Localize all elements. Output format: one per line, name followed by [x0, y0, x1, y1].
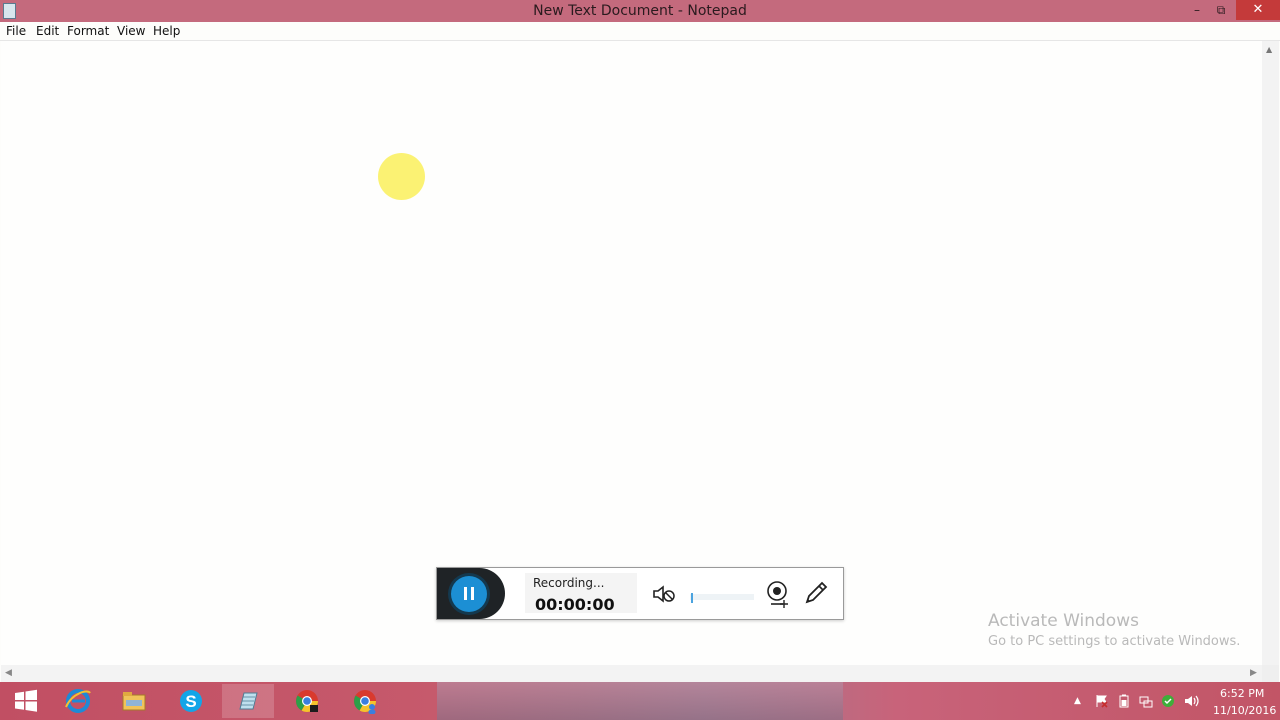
file-explorer-icon	[122, 692, 146, 711]
menu-view[interactable]: View	[117, 24, 145, 38]
recording-status-box: Recording... 00:00:00	[525, 573, 637, 614]
horizontal-scrollbar[interactable]: ◀ ▶	[1, 665, 1262, 682]
scroll-right-icon[interactable]: ▶	[1250, 668, 1257, 678]
network-icon[interactable]	[1139, 694, 1153, 711]
recording-timer: 00:00:00	[535, 595, 615, 614]
activation-watermark-title: Activate Windows	[988, 611, 1139, 631]
close-button[interactable]: ✕	[1236, 0, 1280, 20]
screen-recorder-widget: Recording... 00:00:00	[436, 567, 844, 620]
menu-help[interactable]: Help	[153, 24, 180, 38]
pencil-icon[interactable]	[803, 580, 829, 606]
show-hidden-icons-button[interactable]: ▲	[1074, 696, 1081, 706]
webcam-add-icon[interactable]	[765, 580, 791, 608]
recording-status-label: Recording...	[533, 576, 605, 590]
scroll-up-icon[interactable]: ▲	[1266, 45, 1272, 54]
tray-clock-date[interactable]: 11/10/2016	[1213, 704, 1276, 717]
taskbar-file-explorer[interactable]	[108, 684, 160, 718]
antivirus-shield-icon[interactable]	[1161, 694, 1175, 711]
taskbar-notepad[interactable]	[222, 684, 274, 718]
speaker-muted-icon[interactable]	[651, 582, 677, 606]
scrollbar-corner	[1262, 665, 1279, 682]
activation-watermark-subtitle: Go to PC settings to activate Windows.	[988, 634, 1241, 649]
wallpaper-strip	[437, 682, 843, 720]
taskbar: S ▲	[0, 682, 1280, 720]
tray-clock-time[interactable]: 6:52 PM	[1220, 687, 1264, 700]
chrome-icon	[296, 690, 318, 712]
taskbar-chrome-profile[interactable]	[339, 684, 391, 718]
menu-edit[interactable]: Edit	[36, 24, 59, 38]
pause-icon	[464, 587, 467, 600]
internet-explorer-icon	[65, 689, 91, 713]
recorder-control-panel	[437, 568, 505, 619]
skype-icon: S	[180, 690, 202, 712]
menu-bar: File Edit Format View Help	[0, 22, 1280, 41]
action-center-flag-icon[interactable]	[1095, 694, 1109, 711]
scrollbar-thumb[interactable]	[1265, 59, 1276, 107]
restore-button[interactable]: ⧉	[1210, 0, 1232, 20]
pause-recording-button[interactable]	[451, 576, 487, 612]
mouse-cursor-highlight	[378, 153, 425, 200]
svg-text:S: S	[185, 692, 196, 711]
menu-file[interactable]: File	[6, 24, 26, 38]
start-button[interactable]	[0, 684, 52, 718]
taskbar-skype[interactable]: S	[165, 684, 217, 718]
chrome-profile-icon	[354, 690, 376, 714]
windows-start-icon	[15, 689, 37, 712]
window-title: New Text Document - Notepad	[533, 3, 747, 19]
minimize-button[interactable]: –	[1186, 0, 1208, 20]
scroll-left-icon[interactable]: ◀	[5, 668, 12, 678]
volume-slider-handle[interactable]	[691, 593, 693, 603]
taskbar-chrome[interactable]	[281, 684, 333, 718]
taskbar-internet-explorer[interactable]	[52, 684, 104, 718]
vertical-scrollbar[interactable]: ▲	[1262, 41, 1279, 665]
title-bar: New Text Document - Notepad – ⧉ ✕	[0, 0, 1280, 22]
pause-icon-bar	[471, 587, 474, 600]
volume-slider[interactable]	[690, 594, 754, 600]
menu-format[interactable]: Format	[67, 24, 109, 38]
notepad-icon	[239, 692, 258, 710]
power-battery-icon[interactable]	[1117, 694, 1131, 711]
volume-icon[interactable]	[1184, 694, 1200, 711]
